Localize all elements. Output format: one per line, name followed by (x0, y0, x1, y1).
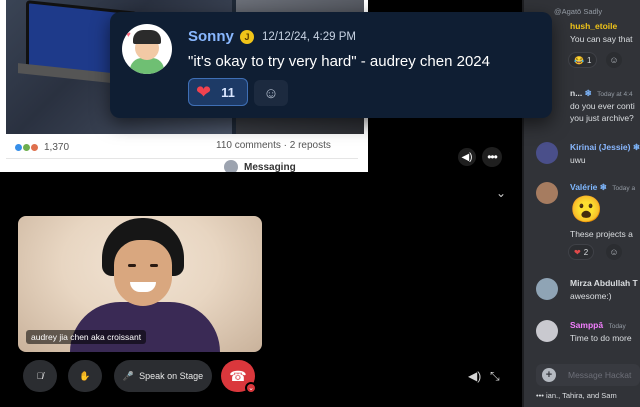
reactions-count: 1,370 (44, 141, 70, 153)
avatar (536, 278, 558, 300)
participant-eye (128, 264, 136, 267)
chat-message[interactable]: Kirinai (Jessie) ❄ uwu (524, 140, 640, 172)
reply-author: @Agatō (554, 7, 582, 16)
avatar-shirt (130, 58, 164, 74)
messaging-label: Messaging (244, 161, 296, 173)
message-text: These projects a (570, 229, 633, 239)
raise-hand-button[interactable]: ✋ (68, 360, 102, 392)
message-author: hush_etoile (570, 21, 618, 31)
chat-message[interactable]: Mirza Abdullah T awesome:) (524, 276, 640, 308)
chat-message[interactable]: Samppā Today Time to do more (524, 318, 640, 350)
heart-emoji-icon: ❤ (574, 247, 581, 257)
heart-icon: ♥ (126, 30, 131, 39)
laughing-emoji-icon: 😂 (574, 55, 584, 65)
reaction-count: 2 (583, 247, 589, 257)
participant-eye (150, 264, 158, 267)
message-text: uwu (570, 155, 586, 165)
mute-mic-button[interactable]: 🎙̸ (23, 360, 57, 392)
phone-hangup-icon: ☎ (229, 367, 247, 384)
message-author: Kirinai (Jessie) (570, 142, 631, 152)
snowflake-icon: ❄ (599, 182, 607, 192)
message-author[interactable]: Sonny (188, 28, 234, 45)
love-reaction-icon (30, 142, 39, 152)
message-timestamp: 12/12/24, 4:29 PM (262, 31, 356, 43)
add-reaction-button[interactable]: ☺ (606, 52, 622, 68)
avatar (536, 320, 558, 342)
message-author: n... (570, 88, 583, 98)
volume-icon[interactable]: ◀) (468, 369, 481, 383)
typing-dots-icon: ••• (536, 391, 544, 400)
message-input-placeholder: Message Hackat (568, 370, 632, 380)
message-text: "it's okay to try very hard" - audrey ch… (188, 53, 490, 70)
avatar-hair (133, 30, 161, 44)
highlighted-message-card[interactable]: ♥ Sonny J 12/12/24, 4:29 PM "it's okay t… (110, 12, 552, 118)
exit-fullscreen-icon[interactable]: ⤡ (490, 369, 500, 384)
leave-stage-button[interactable]: ☎ ⌄ (221, 360, 257, 394)
participant-video[interactable]: audrey jia chen aka croissant (18, 216, 262, 352)
more-options-icon[interactable]: ••• (482, 147, 502, 167)
participant-name-label: audrey jia chen aka croissant (26, 330, 147, 344)
mic-off-icon: 🎙̸ (36, 371, 44, 381)
message-author: Mirza Abdullah T (570, 278, 638, 288)
message-text: awesome:) (570, 291, 612, 301)
message-input[interactable]: + Message Hackat (536, 364, 640, 386)
participant-face (114, 240, 172, 306)
role-badge-icon: J (240, 30, 254, 44)
typing-text: ian., Tahira, and Sam (545, 391, 617, 400)
chat-message[interactable]: Valérie ❄ Today a 😮 These projects a (524, 180, 640, 250)
divider (6, 158, 358, 159)
post-reactions[interactable]: 1,370 (14, 139, 69, 155)
chevron-down-icon[interactable]: ⌄ (245, 382, 257, 394)
add-reaction-button[interactable]: ☺ (254, 80, 288, 106)
message-author: Valérie (570, 182, 598, 192)
avatar: ♥ (122, 24, 172, 74)
hand-icon: ✋ (79, 370, 91, 381)
avatar (536, 142, 558, 164)
avatar (224, 160, 238, 172)
chevron-down-icon[interactable]: ⌄ (496, 186, 506, 200)
message-reaction[interactable]: 😂 1 (568, 52, 598, 68)
message-text: do you ever conti (570, 101, 635, 111)
snowflake-icon: ❄ (632, 142, 640, 152)
message-text: Time to do more (570, 333, 632, 343)
smiley-icon: ☺ (263, 84, 279, 102)
plus-icon[interactable]: + (542, 368, 556, 382)
comments-reposts[interactable]: 110 comments · 2 reposts (216, 140, 331, 151)
participant-body (70, 302, 220, 352)
speak-on-stage-button[interactable]: 🎤 Speak on Stage (114, 360, 212, 392)
add-reaction-button[interactable]: ☺ (606, 244, 622, 260)
message-author: Samppā (570, 320, 604, 330)
reaction-count: 1 (586, 55, 592, 65)
message-time: Today at 4:4 (597, 91, 633, 98)
heart-icon: ❤ (196, 82, 212, 102)
snowflake-icon: ❄ (584, 88, 592, 98)
reply-text: Sadly (583, 7, 603, 16)
app-root: 1,370 110 comments · 2 reposts Messaging… (0, 0, 640, 407)
avatar (536, 182, 558, 204)
message-text: You can say that (570, 34, 633, 44)
mic-icon: 🎤 (122, 370, 135, 381)
typing-indicator: ••• ian., Tahira, and Sam (536, 391, 617, 400)
message-time: Today (608, 323, 626, 330)
speak-on-stage-label: Speak on Stage (139, 371, 204, 381)
surprised-emoji-icon: 😮 (570, 194, 603, 224)
message-time: Today a (612, 185, 636, 192)
messaging-bar[interactable]: Messaging (224, 160, 296, 172)
heart-reaction-button[interactable]: ❤ 11 (188, 78, 248, 106)
message-text: you just archive? (570, 113, 634, 123)
reaction-count: 11 (221, 84, 235, 100)
message-reaction[interactable]: ❤ 2 (568, 244, 595, 260)
stream-volume-icon[interactable]: ◀) (458, 148, 476, 166)
